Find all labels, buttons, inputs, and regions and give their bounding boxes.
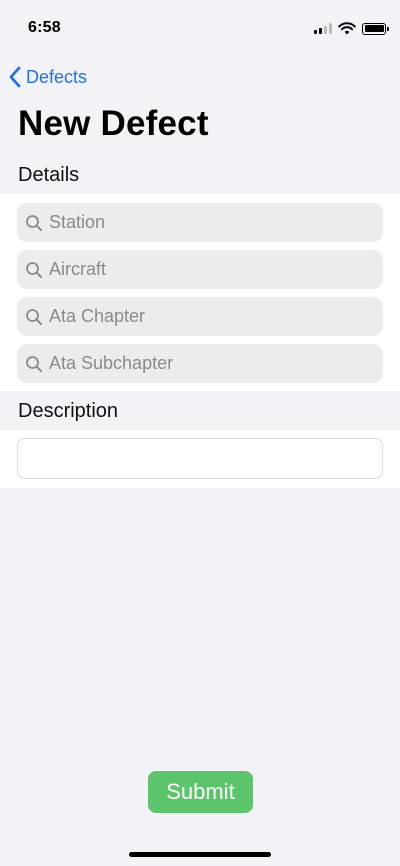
station-placeholder: Station (49, 212, 106, 232)
back-label: Defects (26, 66, 88, 87)
ata-subchapter-search-field[interactable]: Ata Subchapter (17, 344, 383, 383)
search-icon (26, 261, 42, 278)
station-search-field[interactable]: Station (17, 203, 383, 242)
submit-button[interactable]: Submit (148, 771, 253, 813)
details-header: Details (18, 164, 80, 186)
description-header: Description (18, 400, 119, 422)
chevron-left-icon (9, 66, 21, 88)
search-icon (26, 355, 42, 372)
details-card: Station Aircraft Ata Chapter Ata Subchap… (0, 194, 400, 391)
ata-chapter-placeholder: Ata Chapter (49, 306, 146, 326)
status-icons (314, 22, 389, 35)
status-bar: 6:58 (0, 0, 400, 56)
home-indicator (129, 852, 271, 857)
description-input[interactable] (17, 438, 383, 479)
search-icon (26, 214, 42, 231)
back-button[interactable]: Defects (8, 64, 87, 90)
aircraft-placeholder: Aircraft (49, 259, 107, 279)
aircraft-search-field[interactable]: Aircraft (17, 250, 383, 289)
cellular-signal-icon (314, 23, 332, 34)
ata-chapter-search-field[interactable]: Ata Chapter (17, 297, 383, 336)
page-title: New Defect (18, 104, 209, 143)
status-time: 6:58 (28, 19, 61, 36)
ata-subchapter-placeholder: Ata Subchapter (49, 353, 174, 373)
wifi-icon (338, 22, 356, 35)
battery-icon (362, 22, 389, 35)
new-defect-screen: 6:58 Defects New Defect Details Station (0, 0, 400, 866)
description-card (0, 430, 400, 488)
search-icon (26, 308, 42, 325)
